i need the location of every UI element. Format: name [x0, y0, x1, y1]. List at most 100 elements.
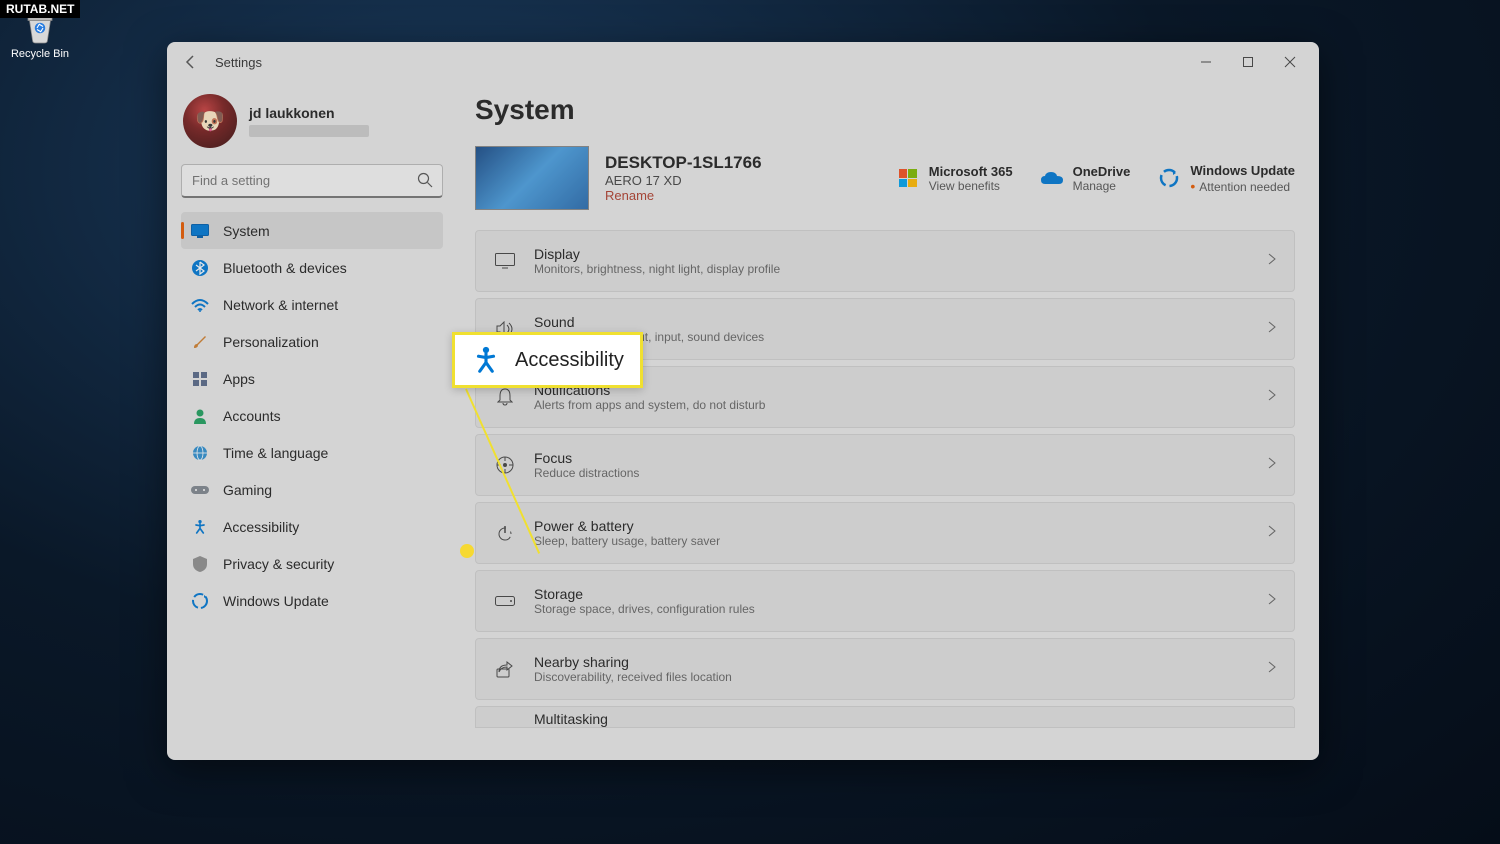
page-title: System [475, 94, 1295, 126]
update-icon [1158, 167, 1180, 189]
sidebar-item-label: Gaming [223, 482, 272, 498]
accessibility-icon [471, 345, 501, 375]
chevron-right-icon [1268, 320, 1276, 338]
arrow-left-icon [183, 54, 199, 70]
avatar: 🐶 [183, 94, 237, 148]
minimize-button[interactable] [1185, 46, 1227, 78]
onedrive-card[interactable]: OneDriveManage [1041, 163, 1131, 194]
setting-title: Focus [534, 450, 639, 466]
accessibility-icon [191, 518, 209, 536]
recycle-bin-label: Recycle Bin [8, 48, 72, 60]
sidebar-item-label: System [223, 223, 270, 239]
user-account-row[interactable]: 🐶 jd laukkonen [181, 90, 443, 160]
close-icon [1284, 56, 1296, 68]
pc-info-card: DESKTOP-1SL1766 AERO 17 XD Rename Micros… [475, 146, 1295, 210]
pc-name: DESKTOP-1SL1766 [605, 153, 762, 173]
titlebar: Settings [167, 42, 1319, 82]
setting-title: Sound [534, 314, 764, 330]
microsoft-365-card[interactable]: Microsoft 365View benefits [897, 163, 1013, 194]
wifi-icon [191, 296, 209, 314]
username-label: jd laukkonen [249, 105, 369, 121]
chevron-right-icon [1268, 660, 1276, 678]
search-icon [417, 172, 433, 193]
setting-row-power[interactable]: Power & batterySleep, battery usage, bat… [475, 502, 1295, 564]
setting-title: Display [534, 246, 780, 262]
highlight-dot [460, 544, 474, 558]
sidebar-item-wifi[interactable]: Network & internet [181, 286, 443, 323]
setting-title: Nearby sharing [534, 654, 732, 670]
user-email-placeholder [249, 125, 369, 137]
back-button[interactable] [175, 46, 207, 78]
chevron-right-icon [1268, 524, 1276, 542]
onedrive-icon [1041, 167, 1063, 189]
chevron-right-icon [1268, 252, 1276, 270]
chevron-right-icon [1268, 456, 1276, 474]
chevron-right-icon [1268, 592, 1276, 610]
sidebar-item-person[interactable]: Accounts [181, 397, 443, 434]
sidebar-item-label: Accounts [223, 408, 281, 424]
globe-icon [191, 444, 209, 462]
setting-row-display[interactable]: DisplayMonitors, brightness, night light… [475, 230, 1295, 292]
m365-title: Microsoft 365 [929, 164, 1013, 179]
sidebar-item-brush[interactable]: Personalization [181, 323, 443, 360]
maximize-icon [1242, 56, 1254, 68]
onedrive-sub: Manage [1073, 179, 1131, 193]
setting-subtitle: Reduce distractions [534, 466, 639, 480]
search-input[interactable] [181, 164, 443, 198]
close-button[interactable] [1269, 46, 1311, 78]
setting-subtitle: Discoverability, received files location [534, 670, 732, 684]
sidebar-item-label: Apps [223, 371, 255, 387]
update-icon [191, 592, 209, 610]
setting-title: Power & battery [534, 518, 720, 534]
sidebar-item-update[interactable]: Windows Update [181, 582, 443, 619]
sidebar-item-label: Privacy & security [223, 556, 334, 572]
desktop-thumbnail [475, 146, 589, 210]
sidebar-item-label: Bluetooth & devices [223, 260, 347, 276]
setting-subtitle: Sleep, battery usage, battery saver [534, 534, 720, 548]
maximize-button[interactable] [1227, 46, 1269, 78]
bell-icon [494, 386, 516, 408]
power-icon [494, 522, 516, 544]
setting-subtitle: Monitors, brightness, night light, displ… [534, 262, 780, 276]
sidebar-item-bluetooth[interactable]: Bluetooth & devices [181, 249, 443, 286]
app-title: Settings [215, 55, 262, 70]
sidebar-item-label: Accessibility [223, 519, 299, 535]
callout-accessibility: Accessibility [452, 332, 643, 388]
setting-row-focus[interactable]: FocusReduce distractions [475, 434, 1295, 496]
sidebar-item-label: Windows Update [223, 593, 329, 609]
setting-subtitle: Alerts from apps and system, do not dist… [534, 398, 765, 412]
chevron-right-icon [1268, 388, 1276, 406]
sidebar-item-label: Time & language [223, 445, 328, 461]
setting-row-multitasking[interactable]: Multitasking [475, 706, 1295, 728]
setting-row-share[interactable]: Nearby sharingDiscoverability, received … [475, 638, 1295, 700]
sidebar-item-label: Personalization [223, 334, 319, 350]
settings-window: Settings 🐶 jd laukkonen SystemBluet [167, 42, 1319, 760]
content-area: System DESKTOP-1SL1766 AERO 17 XD Rename… [457, 82, 1319, 760]
windows-update-card[interactable]: Windows UpdateAttention needed [1158, 163, 1295, 194]
sidebar-item-globe[interactable]: Time & language [181, 434, 443, 471]
gamepad-icon [191, 481, 209, 499]
sidebar-item-shield[interactable]: Privacy & security [181, 545, 443, 582]
sidebar-item-system[interactable]: System [181, 212, 443, 249]
sidebar-item-label: Network & internet [223, 297, 338, 313]
onedrive-title: OneDrive [1073, 164, 1131, 179]
rename-link[interactable]: Rename [605, 188, 762, 203]
share-icon [494, 658, 516, 680]
m365-sub: View benefits [929, 179, 1013, 193]
update-sub: Attention needed [1190, 178, 1295, 194]
update-title: Windows Update [1190, 163, 1295, 178]
setting-row-storage[interactable]: StorageStorage space, drives, configurat… [475, 570, 1295, 632]
setting-title: Storage [534, 586, 755, 602]
watermark-label: RUTAB.NET [0, 0, 80, 18]
sidebar-item-apps[interactable]: Apps [181, 360, 443, 397]
sidebar-item-accessibility[interactable]: Accessibility [181, 508, 443, 545]
storage-icon [494, 590, 516, 612]
callout-label: Accessibility [515, 349, 624, 372]
shield-icon [191, 555, 209, 573]
pc-model: AERO 17 XD [605, 173, 762, 188]
display-icon [494, 250, 516, 272]
bluetooth-icon [191, 259, 209, 277]
apps-icon [191, 370, 209, 388]
sidebar-item-gamepad[interactable]: Gaming [181, 471, 443, 508]
brush-icon [191, 333, 209, 351]
